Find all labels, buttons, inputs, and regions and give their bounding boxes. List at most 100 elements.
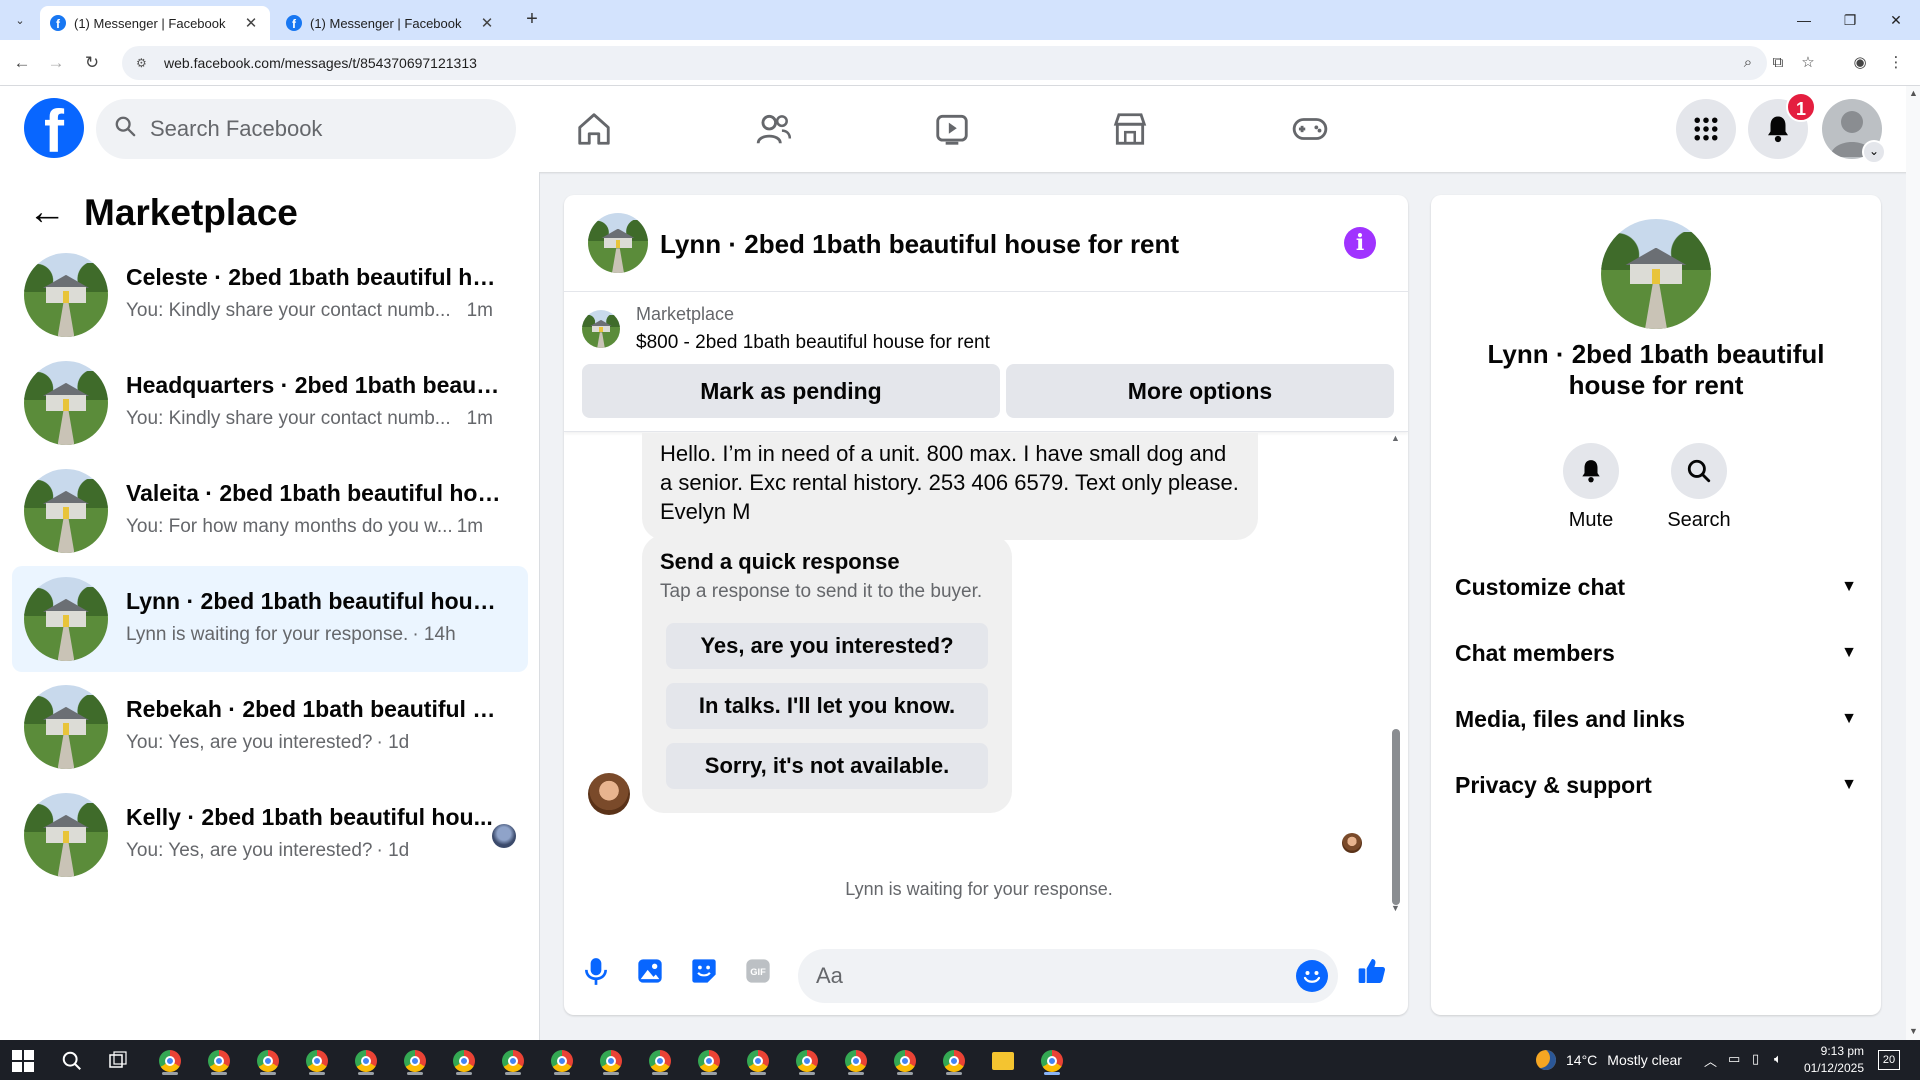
- home-nav-icon[interactable]: [564, 104, 624, 154]
- scroll-up-arrow-icon[interactable]: ▲: [1909, 88, 1918, 98]
- chrome-taskbar-icon[interactable]: [201, 1046, 237, 1076]
- photo-icon[interactable]: [632, 953, 668, 989]
- close-window-button[interactable]: ✕: [1884, 8, 1908, 32]
- browser-tab-2[interactable]: f (1) Messenger | Facebook ✕: [276, 6, 506, 40]
- message-input[interactable]: [816, 963, 1256, 989]
- facebook-search[interactable]: [96, 99, 516, 159]
- chat-title[interactable]: Lynn · 2bed 1bath beautiful house for re…: [660, 229, 1179, 260]
- gif-icon[interactable]: GIF: [740, 953, 776, 989]
- chrome-taskbar-icon[interactable]: [887, 1046, 923, 1076]
- listing-large-thumbnail[interactable]: [1601, 219, 1711, 329]
- chrome-taskbar-icon[interactable]: [691, 1046, 727, 1076]
- profile-icon[interactable]: ◉: [1848, 51, 1872, 75]
- browser-tab-1[interactable]: f (1) Messenger | Facebook ✕: [40, 6, 270, 40]
- install-app-icon[interactable]: ⧉: [1766, 51, 1790, 75]
- chrome-taskbar-icon[interactable]: [495, 1046, 531, 1076]
- conversation-item[interactable]: Rebekah · 2bed 1bath beautiful ho... You…: [12, 674, 528, 780]
- search-input[interactable]: [150, 116, 450, 142]
- taskbar-search-icon[interactable]: [54, 1046, 90, 1076]
- conversation-item[interactable]: Celeste · 2bed 1bath beautiful hou... Yo…: [12, 242, 528, 348]
- chat-header: Lynn · 2bed 1bath beautiful house for re…: [564, 195, 1408, 292]
- chat-scrollbar[interactable]: [1392, 729, 1400, 905]
- taskbar-clock[interactable]: 9:13 pm 01/12/2025: [1798, 1043, 1864, 1077]
- mute-button[interactable]: Mute: [1551, 443, 1631, 532]
- chrome-taskbar-icon[interactable]: [593, 1046, 629, 1076]
- tab-close-icon[interactable]: ✕: [242, 14, 260, 32]
- notification-center-icon[interactable]: 20: [1878, 1050, 1900, 1070]
- chrome-taskbar-icon[interactable]: [936, 1046, 972, 1076]
- conversation-item[interactable]: Valeita · 2bed 1bath beautiful hous... Y…: [12, 458, 528, 564]
- restore-button[interactable]: ❐: [1838, 8, 1862, 32]
- conversation-item-active[interactable]: Lynn · 2bed 1bath beautiful house ... Ly…: [12, 566, 528, 672]
- microphone-icon[interactable]: [578, 953, 614, 989]
- tab-search-button[interactable]: ⌄: [8, 8, 32, 32]
- bookmark-star-icon[interactable]: ☆: [1796, 51, 1820, 75]
- browser-menu-icon[interactable]: ⋮: [1884, 51, 1908, 75]
- search-in-conversation-button[interactable]: Search: [1659, 443, 1739, 532]
- forward-button[interactable]: →: [44, 51, 68, 75]
- back-arrow-icon[interactable]: ←: [28, 193, 68, 234]
- sticker-icon[interactable]: [686, 953, 722, 989]
- page-scrollbar[interactable]: ▲ ▼: [1906, 86, 1920, 1040]
- chrome-taskbar-icon[interactable]: [250, 1046, 286, 1076]
- chevron-down-icon[interactable]: ⌄: [1862, 140, 1886, 164]
- more-options-button[interactable]: More options: [1006, 364, 1394, 418]
- back-button[interactable]: ←: [10, 51, 34, 75]
- gaming-nav-icon[interactable]: [1280, 104, 1340, 154]
- windows-start-icon[interactable]: [12, 1050, 34, 1072]
- quick-response-button[interactable]: In talks. I'll let you know.: [666, 683, 988, 729]
- customize-chat-section[interactable]: Customize chat ▼: [1443, 557, 1869, 617]
- chrome-taskbar-icon[interactable]: [348, 1046, 384, 1076]
- quick-response-button[interactable]: Yes, are you interested?: [666, 623, 988, 669]
- tab-close-icon[interactable]: ✕: [478, 14, 496, 32]
- battery-icon[interactable]: ▯: [1752, 1051, 1759, 1067]
- marketplace-nav-icon[interactable]: [1100, 104, 1160, 154]
- conversation-snippet: You: Kindly share your contact numb...: [126, 408, 451, 429]
- volume-icon[interactable]: 🔈︎: [1774, 1051, 1782, 1067]
- chat-members-section[interactable]: Chat members ▼: [1443, 623, 1869, 683]
- mark-as-pending-button[interactable]: Mark as pending: [582, 364, 1000, 418]
- task-view-icon[interactable]: [100, 1046, 136, 1076]
- chrome-taskbar-icon[interactable]: [1034, 1046, 1070, 1076]
- chrome-taskbar-icon[interactable]: [789, 1046, 825, 1076]
- chrome-taskbar-icon[interactable]: [740, 1046, 776, 1076]
- address-bar[interactable]: ⚙ web.facebook.com/messages/t/8543706971…: [122, 46, 1767, 80]
- facebook-logo-icon[interactable]: f: [24, 98, 84, 158]
- privacy-support-section[interactable]: Privacy & support ▼: [1443, 755, 1869, 815]
- weather-moon-icon: [1536, 1050, 1556, 1070]
- listing-thumbnail[interactable]: [582, 310, 620, 348]
- file-explorer-icon[interactable]: [985, 1046, 1021, 1076]
- zoom-icon[interactable]: ⌕: [1736, 51, 1760, 75]
- scroll-up-arrow-icon[interactable]: ▲: [1391, 433, 1400, 443]
- like-thumbs-up-icon[interactable]: [1354, 953, 1390, 989]
- media-files-links-section[interactable]: Media, files and links ▼: [1443, 689, 1869, 749]
- menu-grid-button[interactable]: [1676, 99, 1736, 159]
- info-icon[interactable]: i: [1344, 227, 1376, 259]
- chrome-taskbar-icon[interactable]: [642, 1046, 678, 1076]
- chrome-taskbar-icon[interactable]: [446, 1046, 482, 1076]
- conversation-item[interactable]: Kelly · 2bed 1bath beautiful hou... You:…: [12, 782, 528, 888]
- chrome-taskbar-icon[interactable]: [152, 1046, 188, 1076]
- tray-chevron-up-icon[interactable]: ︿: [1704, 1051, 1717, 1070]
- network-icon[interactable]: ▭: [1728, 1051, 1740, 1067]
- message-input-box[interactable]: [798, 949, 1338, 1003]
- chat-avatar[interactable]: [588, 213, 648, 273]
- minimize-button[interactable]: —: [1792, 8, 1816, 32]
- sender-avatar[interactable]: [588, 773, 630, 815]
- weather-widget[interactable]: 14°C Mostly clear: [1536, 1050, 1682, 1070]
- conversation-item[interactable]: Headquarters · 2bed 1bath beautif... You…: [12, 350, 528, 456]
- new-tab-button[interactable]: +: [520, 8, 544, 32]
- emoji-icon[interactable]: [1296, 960, 1328, 992]
- scroll-down-arrow-icon[interactable]: ▼: [1391, 903, 1400, 913]
- video-nav-icon[interactable]: [922, 104, 982, 154]
- chrome-taskbar-icon[interactable]: [544, 1046, 580, 1076]
- listing-price-title[interactable]: $800 - 2bed 1bath beautiful house for re…: [636, 332, 990, 354]
- scroll-down-arrow-icon[interactable]: ▼: [1909, 1026, 1918, 1036]
- chrome-taskbar-icon[interactable]: [299, 1046, 335, 1076]
- reload-button[interactable]: ↻: [80, 51, 104, 75]
- chrome-taskbar-icon[interactable]: [397, 1046, 433, 1076]
- site-info-icon[interactable]: ⚙: [136, 56, 152, 70]
- quick-response-button[interactable]: Sorry, it's not available.: [666, 743, 988, 789]
- chrome-taskbar-icon[interactable]: [838, 1046, 874, 1076]
- friends-nav-icon[interactable]: [744, 104, 804, 154]
